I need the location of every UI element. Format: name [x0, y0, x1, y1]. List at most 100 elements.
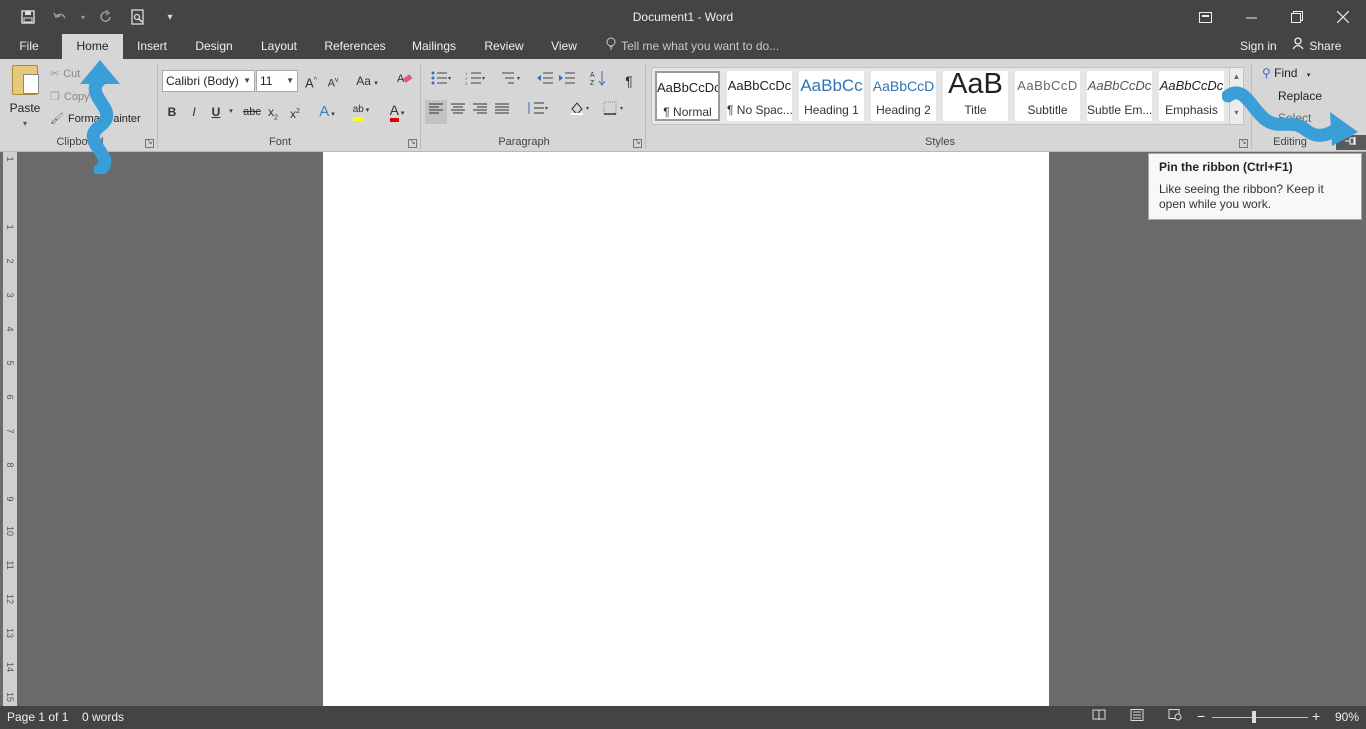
style-no-spacing[interactable]: AaBbCcDc ¶ No Spac... [727, 71, 792, 121]
chevron-down-icon[interactable]: ▼ [1230, 86, 1243, 104]
document-page[interactable] [323, 152, 1049, 706]
sort-button[interactable]: AZ [588, 70, 608, 92]
tab-layout[interactable]: Layout [251, 34, 307, 59]
replace-button[interactable]: Replace [1278, 86, 1322, 106]
change-case-button[interactable]: Aa ▾ [352, 70, 382, 92]
tell-me-search[interactable]: Tell me what you want to do... [606, 34, 779, 59]
text-effects-button[interactable]: A ▾ [316, 101, 338, 123]
sign-in-link[interactable]: Sign in [1240, 34, 1277, 59]
clear-formatting-icon[interactable]: A [395, 70, 415, 92]
style-heading-2[interactable]: AaBbCcD Heading 2 [871, 71, 936, 121]
justify-button[interactable] [493, 100, 511, 122]
superscript-button[interactable]: x2 [287, 101, 303, 123]
tab-view[interactable]: View [543, 34, 585, 59]
align-left-button[interactable] [425, 100, 447, 124]
increase-indent-button[interactable] [558, 70, 576, 92]
font-size-box[interactable]: 11 ▼ [256, 70, 298, 92]
copy-button[interactable]: ❐ Copy [50, 88, 90, 106]
grow-font-button[interactable]: A^ [303, 70, 319, 92]
close-icon[interactable] [1320, 0, 1366, 34]
tab-file[interactable]: File [8, 34, 50, 59]
zoom-level[interactable]: 90% [1335, 710, 1359, 724]
paintbrush-icon: 🖌 [50, 113, 64, 125]
page-count[interactable]: Page 1 of 1 [7, 710, 68, 724]
tab-references[interactable]: References [316, 34, 394, 59]
tab-review[interactable]: Review [475, 34, 533, 59]
zoom-in-icon[interactable]: + [1312, 708, 1320, 724]
zoom-slider-thumb[interactable] [1252, 711, 1256, 723]
ruler-number: 12 [5, 593, 15, 604]
style-subtle-emphasis[interactable]: AaBbCcDc Subtle Em... [1087, 71, 1152, 121]
tab-insert[interactable]: Insert [128, 34, 176, 59]
bold-button[interactable]: B [165, 101, 179, 123]
clipboard-launcher-icon[interactable]: ↘ [145, 139, 154, 148]
share-button[interactable]: Share [1292, 34, 1341, 59]
ruler-number: 8 [5, 462, 15, 468]
font-launcher-icon[interactable]: ↘ [408, 139, 417, 148]
find-label: Find [1274, 66, 1298, 80]
shading-button[interactable]: ▾ [566, 100, 596, 122]
multilevel-list-button[interactable]: ▾ [496, 70, 526, 92]
style-name: Emphasis [1165, 103, 1218, 117]
word-count[interactable]: 0 words [82, 710, 124, 724]
font-name-box[interactable]: Calibri (Body) ▼ [162, 70, 255, 92]
styles-launcher-icon[interactable]: ↘ [1239, 139, 1248, 148]
zoom-slider[interactable] [1212, 717, 1308, 718]
style-subtitle[interactable]: AaBbCcD Subtitle [1015, 71, 1080, 121]
underline-dropdown-icon[interactable]: ▾ [226, 101, 236, 123]
borders-button[interactable]: ▾ [600, 100, 630, 122]
editing-group-label: Editing [1273, 136, 1307, 148]
subscript-button[interactable]: x2 [265, 101, 281, 123]
document-title: Document1 - Word [632, 10, 734, 24]
pin-ribbon-button[interactable] [1336, 135, 1366, 150]
font-group-label: Font [268, 136, 291, 148]
tab-design[interactable]: Design [186, 34, 242, 59]
scissors-icon: ✂ [50, 68, 60, 80]
cut-label: Cut [63, 68, 81, 80]
strikethrough-button[interactable]: abc [241, 101, 263, 123]
ribbon-display-options-icon[interactable] [1182, 0, 1228, 34]
highlight-color-button[interactable]: ab ▾ [346, 99, 376, 121]
shrink-font-button[interactable]: Av [325, 70, 341, 92]
font-color-button[interactable]: A ▾ [382, 99, 412, 122]
cut-button[interactable]: ✂ Cut [50, 65, 80, 83]
paste-dropdown-icon[interactable]: ▾ [23, 119, 27, 128]
style-heading-1[interactable]: AaBbCc Heading 1 [799, 71, 864, 121]
line-spacing-button[interactable]: ▾ [524, 100, 552, 122]
show-formatting-marks-button[interactable]: ¶ [620, 70, 638, 92]
style-normal[interactable]: AaBbCcDc ¶ Normal [655, 71, 720, 121]
title-bar: ▾ ▾ Document1 - Word [0, 0, 1366, 34]
style-title[interactable]: AaB Title [943, 71, 1008, 121]
more-styles-icon[interactable]: ▾ [1230, 104, 1243, 122]
styles-scrollbar[interactable]: ▲ ▼ ▾ [1229, 68, 1243, 124]
read-mode-icon[interactable] [1090, 709, 1108, 725]
svg-text:▾: ▾ [586, 106, 589, 112]
paragraph-launcher-icon[interactable]: ↘ [633, 139, 642, 148]
tab-home[interactable]: Home [62, 34, 123, 59]
lightbulb-icon [606, 34, 618, 59]
style-emphasis[interactable]: AaBbCcDc Emphasis [1159, 71, 1224, 121]
bullets-button[interactable]: ▾ [426, 70, 456, 92]
italic-button[interactable]: I [187, 101, 201, 123]
align-center-button[interactable] [449, 100, 467, 122]
share-label: Share [1309, 39, 1342, 53]
print-layout-icon[interactable] [1128, 709, 1146, 725]
zoom-out-icon[interactable]: − [1197, 708, 1205, 724]
decrease-indent-button[interactable] [536, 70, 554, 92]
underline-button[interactable]: U [209, 101, 223, 123]
paste-button[interactable]: Paste ▾ [6, 65, 44, 129]
chevron-down-icon: ▼ [243, 76, 251, 85]
align-right-button[interactable] [471, 100, 489, 122]
group-separator [645, 63, 646, 149]
restore-icon[interactable] [1274, 0, 1320, 34]
minimize-icon[interactable] [1228, 0, 1274, 34]
magnifier-icon: ⚲ [1262, 66, 1271, 80]
ruler-number: 1 [5, 224, 15, 230]
tab-mailings[interactable]: Mailings [403, 34, 465, 59]
numbering-button[interactable]: 1 2 3 ▾ [461, 70, 491, 92]
find-button[interactable]: ⚲ Find ▾ [1262, 63, 1310, 83]
select-button[interactable]: Select [1278, 108, 1311, 128]
format-painter-button[interactable]: 🖌 Format Painter [50, 110, 141, 128]
web-layout-icon[interactable] [1166, 709, 1184, 725]
chevron-up-icon[interactable]: ▲ [1230, 68, 1243, 86]
